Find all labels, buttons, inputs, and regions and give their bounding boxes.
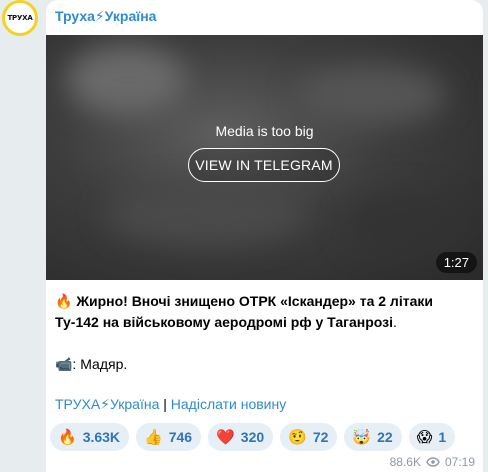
fire-emoji: 🔥 xyxy=(55,293,73,309)
media-too-big-text: Media is too big xyxy=(215,123,314,139)
view-count: 88.6K xyxy=(389,455,421,469)
video-preview[interactable]: Media is too big VIEW IN TELEGRAM 1:27 xyxy=(46,35,483,280)
reaction-count: 72 xyxy=(312,429,329,445)
channel-avatar[interactable]: ТРУХА xyxy=(2,0,38,36)
message-meta: 88.6K 07:19 xyxy=(390,455,475,469)
reaction-count: 1 xyxy=(438,429,447,445)
scream-icon: 😱 xyxy=(416,427,433,446)
reaction-mind-blown[interactable]: 🤯 22 xyxy=(344,423,402,451)
eye-icon xyxy=(426,457,440,467)
reaction-thumbs-up[interactable]: 👍 746 xyxy=(136,423,202,451)
post-text: 🔥 Жирно! Вночі знищено ОТРК «Іскандер» т… xyxy=(55,291,475,375)
reaction-scream[interactable]: 😱 1 xyxy=(408,423,456,451)
reaction-heart[interactable]: ❤️ 320 xyxy=(208,423,274,451)
channel-name[interactable]: Труха⚡Україна xyxy=(55,8,156,25)
post-credit: 📹: Мадяр. xyxy=(55,356,128,372)
reactions-bar: 🔥 3.63K 👍 746 ❤️ 320 🤨 72 🤯 22 😱 1 xyxy=(50,423,456,451)
reaction-count: 3.63K xyxy=(82,429,121,445)
channel-link[interactable]: ТРУХА⚡Україна xyxy=(55,396,159,412)
link-separator: | xyxy=(159,396,171,412)
submit-news-link[interactable]: Надіслати новину xyxy=(171,396,286,412)
avatar-label: ТРУХА xyxy=(7,14,33,22)
reaction-raised-eyebrow[interactable]: 🤨 72 xyxy=(280,423,338,451)
message-time: 07:19 xyxy=(444,455,475,469)
headline-end: . xyxy=(392,314,397,330)
raised-eyebrow-icon: 🤨 xyxy=(288,427,307,446)
mind-blown-icon: 🤯 xyxy=(352,427,372,446)
headline-bold: Жирно! Вночі знищено ОТРК «Іскандер» та … xyxy=(55,293,433,330)
post-headline: 🔥 Жирно! Вночі знищено ОТРК «Іскандер» т… xyxy=(55,291,475,333)
fire-icon: 🔥 xyxy=(58,427,77,446)
reaction-fire[interactable]: 🔥 3.63K xyxy=(50,423,130,451)
reaction-count: 320 xyxy=(240,429,265,445)
thumbs-up-icon: 👍 xyxy=(144,427,163,446)
heart-icon: ❤️ xyxy=(216,427,235,446)
post-links: ТРУХА⚡Україна | Надіслати новину xyxy=(55,396,286,413)
message-bubble: Труха⚡Україна Media is too big VIEW IN T… xyxy=(46,0,483,472)
reaction-count: 22 xyxy=(377,429,393,445)
view-in-telegram-button[interactable]: VIEW IN TELEGRAM xyxy=(188,148,340,182)
video-duration: 1:27 xyxy=(435,252,477,273)
reaction-count: 746 xyxy=(168,429,193,445)
